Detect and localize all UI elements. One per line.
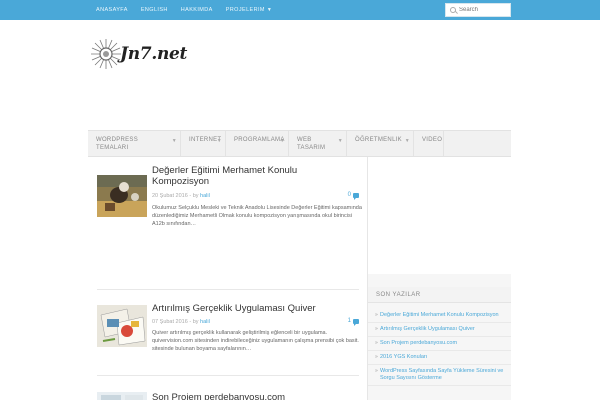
post-author[interactable]: halil bbox=[200, 319, 210, 325]
chevron-down-icon: ▼ bbox=[279, 138, 285, 144]
search-icon bbox=[450, 7, 456, 13]
sidebar-ad-space bbox=[368, 157, 511, 274]
topnav-anasayfa[interactable]: ANASAYFA bbox=[96, 7, 128, 13]
recent-post-link[interactable]: 2016 YGS Konuları bbox=[368, 351, 511, 365]
post-title[interactable]: Son Projem perdebanyosu.com bbox=[152, 392, 342, 400]
logo-text: Jn7.net bbox=[120, 44, 188, 64]
post-divider bbox=[97, 289, 359, 290]
site-logo[interactable]: Jn7.net bbox=[90, 36, 190, 72]
topnav-projelerim-label: PROJELERIM bbox=[225, 7, 265, 13]
comment-count[interactable]: 0 bbox=[347, 192, 359, 200]
top-bar: ANASAYFA ENGLISH HAKKIMDA PROJELERIM ▼ bbox=[0, 0, 600, 20]
post-meta: 20 Şubat 2016 - by halil bbox=[152, 193, 210, 199]
nav-web-tasarim[interactable]: WEB TASARIM ▼ bbox=[289, 131, 347, 156]
post-divider bbox=[97, 375, 359, 376]
comment-count-value: 1 bbox=[347, 318, 351, 324]
nav-label: PROGRAMLAMA bbox=[234, 137, 285, 143]
sidebar: SON YAZILAR Değerler Eğitimi Merhamet Ko… bbox=[368, 157, 511, 400]
nav-label: WEB TASARIM bbox=[297, 137, 326, 151]
nav-wordpress-temalari[interactable]: WORDPRESS TEMALARI ▼ bbox=[88, 131, 181, 156]
post-by: - by bbox=[189, 319, 199, 325]
nav-label: VIDEO bbox=[422, 137, 443, 143]
post-thumbnail[interactable] bbox=[97, 175, 147, 217]
main-content: Değerler Eğitimi Merhamet Konulu Kompozi… bbox=[88, 157, 368, 400]
post-excerpt: Okulumuz Selçuklu Mesleki ve Teknik Anad… bbox=[152, 205, 362, 227]
chevron-down-icon: ▼ bbox=[171, 138, 177, 144]
nav-internet[interactable]: INTERNET ▼ bbox=[181, 131, 226, 156]
post-thumbnail[interactable] bbox=[97, 305, 147, 347]
chevron-down-icon: ▼ bbox=[337, 138, 343, 144]
nav-video[interactable]: VIDEO bbox=[414, 131, 444, 156]
logo-star-icon bbox=[91, 39, 121, 69]
nav-ogretmenlik[interactable]: ÖĞRETMENLIK ▼ bbox=[347, 131, 414, 156]
nav-label: WORDPRESS TEMALARI bbox=[96, 137, 139, 151]
chevron-down-icon: ▼ bbox=[404, 138, 410, 144]
sidebar-heading: SON YAZILAR bbox=[368, 287, 511, 303]
post-date: 07 Şubat 2016 bbox=[152, 319, 188, 325]
post-title[interactable]: Değerler Eğitimi Merhamet Konulu Kompozi… bbox=[152, 165, 342, 187]
post-meta: 07 Şubat 2016 - by halil bbox=[152, 319, 210, 325]
topnav-hakkimda[interactable]: HAKKIMDA bbox=[181, 7, 213, 13]
chevron-down-icon: ▼ bbox=[216, 138, 222, 144]
comment-count[interactable]: 1 bbox=[347, 318, 359, 326]
post-thumbnail[interactable] bbox=[97, 391, 147, 400]
post-date: 20 Şubat 2016 bbox=[152, 193, 188, 199]
recent-post-link[interactable]: Son Projem perdebanyosu.com bbox=[368, 337, 511, 351]
chevron-down-icon: ▼ bbox=[266, 7, 273, 13]
comment-count-value: 0 bbox=[347, 192, 351, 198]
post-title[interactable]: Artırılmış Gerçeklik Uygulaması Quiver bbox=[152, 303, 342, 314]
post-by: - by bbox=[189, 193, 199, 199]
post-author[interactable]: halil bbox=[200, 193, 210, 199]
nav-label: ÖĞRETMENLIK bbox=[355, 137, 402, 143]
recent-post-link[interactable]: Artırılmış Gerçeklik Uygulaması Quiver bbox=[368, 323, 511, 337]
search-input[interactable] bbox=[459, 7, 507, 13]
comment-icon bbox=[353, 192, 359, 200]
recent-posts-list: Değerler Eğitimi Merhamet Konulu Kompozi… bbox=[368, 309, 511, 386]
nav-programlama[interactable]: PROGRAMLAMA ▼ bbox=[226, 131, 289, 156]
recent-post-link[interactable]: Değerler Eğitimi Merhamet Konulu Kompozi… bbox=[368, 309, 511, 323]
top-nav: ANASAYFA ENGLISH HAKKIMDA PROJELERIM ▼ bbox=[96, 0, 285, 20]
search-box[interactable] bbox=[445, 3, 511, 17]
comment-icon bbox=[353, 318, 359, 326]
recent-post-link[interactable]: WordPress Sayfasında Sayfa Yükleme Süres… bbox=[368, 365, 511, 386]
main-nav: WORDPRESS TEMALARI ▼ INTERNET ▼ PROGRAMLAM… bbox=[88, 130, 511, 157]
topnav-english[interactable]: ENGLISH bbox=[141, 7, 168, 13]
post-excerpt: Quiver artırılmış gerçeklik kullanarak g… bbox=[152, 330, 359, 352]
topnav-projelerim[interactable]: PROJELERIM ▼ bbox=[226, 7, 273, 13]
